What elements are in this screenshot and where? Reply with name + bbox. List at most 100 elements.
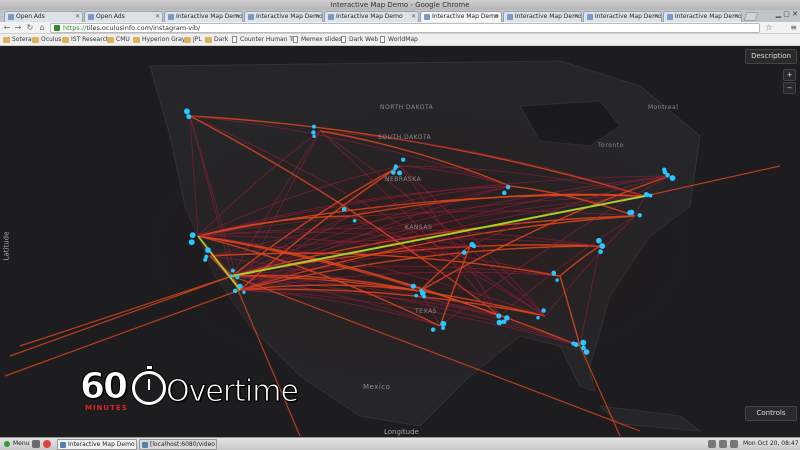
close-icon[interactable]: ✕ — [75, 12, 80, 22]
bookmark-dark-web[interactable]: Dark Web — [340, 35, 378, 45]
flow-node — [311, 130, 316, 135]
bookmark-label: Memex slides — [301, 36, 342, 43]
tab-label: Open Ads — [96, 13, 125, 20]
flow-node — [440, 320, 447, 327]
flow-node — [186, 114, 192, 120]
flow-node — [410, 283, 416, 289]
taskbar-task-map-demo[interactable]: Interactive Map Demo — [57, 439, 137, 450]
flow-node — [662, 167, 667, 172]
flow-node — [390, 170, 396, 175]
flow-node — [235, 275, 240, 280]
bookmark-dark[interactable]: Dark — [205, 35, 228, 45]
menu-logo-icon — [4, 441, 10, 447]
bookmark-label: Dark Web — [349, 36, 379, 43]
chrome-icon — [142, 442, 148, 448]
taskbar-task-localhost[interactable]: [localhost:6080/video — [139, 439, 217, 450]
map-viewport[interactable]: NORTH DAKOTA SOUTH DAKOTA NEBRASKA KANSA… — [0, 46, 800, 437]
close-icon[interactable]: ✕ — [654, 12, 659, 22]
flow-node — [237, 283, 243, 289]
flow-node — [573, 341, 579, 348]
tab-open-ads-2[interactable]: Open Ads ✕ — [84, 11, 163, 22]
latitude-axis-label: Latitude — [2, 231, 11, 261]
controls-button[interactable]: Controls — [745, 406, 797, 421]
bookmark-ist-research[interactable]: IST Research — [62, 35, 110, 45]
place-label-nebraska: NEBRASKA — [385, 176, 422, 183]
flow-node — [598, 249, 603, 255]
bookmark-sotera[interactable]: Sotera — [3, 35, 32, 45]
close-icon[interactable]: ✕ — [734, 12, 739, 22]
back-icon[interactable]: ← — [2, 23, 12, 33]
close-icon[interactable]: ✕ — [315, 12, 320, 22]
close-icon[interactable]: ✕ — [235, 12, 240, 22]
description-button[interactable]: Description — [745, 49, 797, 64]
tab-map-demo-5[interactable]: Interactive Map Demo ✕ — [583, 11, 662, 22]
tab-label: Interactive Map Demo — [176, 13, 243, 20]
task-label: Interactive Map Demo — [68, 441, 135, 448]
chrome-launcher-icon[interactable] — [43, 440, 51, 448]
flow-node — [419, 290, 426, 297]
home-icon[interactable]: ⌂ — [37, 23, 47, 33]
flow-node — [669, 175, 676, 181]
flow-node — [505, 184, 511, 190]
address-bar[interactable]: https://tiles.oculusinfo.com/instagram-v… — [50, 23, 760, 33]
flow-node — [627, 210, 633, 216]
chrome-icon — [60, 442, 66, 448]
tab-map-demo-6[interactable]: Interactive Map Demo ✕ — [663, 11, 742, 22]
forward-icon[interactable]: → — [13, 23, 23, 33]
page-icon — [380, 36, 385, 43]
bookmark-label: Hyperion Gray — [142, 36, 186, 43]
window-controls[interactable]: ▁ ▢ ✕ — [776, 10, 798, 18]
flow-node — [555, 278, 559, 282]
flow-node — [461, 250, 467, 255]
place-label-south-dakota: SOUTH DAKOTA — [378, 134, 432, 141]
place-label-toronto: Toronto — [598, 142, 624, 149]
tab-open-ads-1[interactable]: Open Ads ✕ — [4, 11, 83, 22]
logo-minutes: MINUTES — [85, 404, 128, 412]
zoom-in-button[interactable]: + — [783, 69, 796, 81]
bookmark-jpl[interactable]: JPL — [184, 35, 202, 45]
bookmark-hyperion-gray[interactable]: Hyperion Gray — [133, 35, 185, 45]
tab-label: Interactive Map Demo — [675, 13, 742, 20]
bookmark-counter-human[interactable]: Counter Human Tr — [231, 35, 295, 45]
stopwatch-icon — [132, 365, 166, 405]
flow-node — [230, 268, 235, 273]
flow-node — [504, 315, 510, 321]
volume-icon[interactable] — [719, 440, 727, 448]
folder-icon — [184, 37, 191, 43]
window-title: Interactive Map Demo - Google Chrome — [0, 0, 800, 10]
tab-map-demo-4[interactable]: Interactive Map Demo ✕ — [503, 11, 582, 22]
close-icon[interactable]: ✕ — [411, 12, 416, 22]
tab-map-demo-2[interactable]: Interactive Map Demo ✕ — [244, 11, 323, 22]
close-icon[interactable]: ✕ — [494, 12, 499, 22]
bookmark-label: CMU — [116, 36, 130, 43]
new-tab-button[interactable] — [743, 12, 759, 21]
bookmark-oculus[interactable]: Oculus — [32, 35, 61, 45]
start-menu-button[interactable]: Menu — [2, 439, 29, 450]
bookmark-worldmap[interactable]: WorldMap — [379, 35, 418, 45]
star-icon[interactable]: ☆ — [764, 23, 774, 33]
bookmark-label: Dark — [214, 36, 229, 43]
show-desktop-icon[interactable] — [32, 440, 40, 448]
sixty-minutes-overtime-logo: 60 MINUTES Overtime — [78, 364, 299, 419]
power-icon[interactable] — [730, 440, 738, 448]
tab-favicon — [424, 14, 430, 20]
menu-icon[interactable]: ≡ — [790, 23, 797, 32]
tab-map-demo-active[interactable]: Interactive Map Demo ✕ — [420, 11, 502, 22]
network-icon[interactable] — [708, 440, 716, 448]
flow-node — [471, 243, 477, 249]
place-label-kansas: KANSAS — [405, 224, 433, 231]
reload-icon[interactable]: ↻ — [25, 23, 35, 33]
tab-label: Interactive Map Demo — [515, 13, 582, 20]
zoom-out-button[interactable]: − — [783, 82, 796, 94]
flow-node — [188, 239, 195, 246]
close-icon[interactable]: ✕ — [574, 12, 579, 22]
flow-node — [397, 170, 403, 176]
tab-map-demo-1[interactable]: Interactive Map Demo ✕ — [164, 11, 243, 22]
lock-icon — [54, 25, 60, 31]
tab-map-demo-3[interactable]: Interactive Map Demo ✕ — [324, 11, 419, 22]
close-icon[interactable]: ✕ — [155, 12, 160, 22]
bookmark-memex-slides[interactable]: Memex slides — [292, 35, 342, 45]
bookmark-cmu[interactable]: CMU — [107, 35, 130, 45]
taskbar: Menu Interactive Map Demo [localhost:608… — [0, 437, 800, 450]
flow-node — [496, 319, 503, 326]
